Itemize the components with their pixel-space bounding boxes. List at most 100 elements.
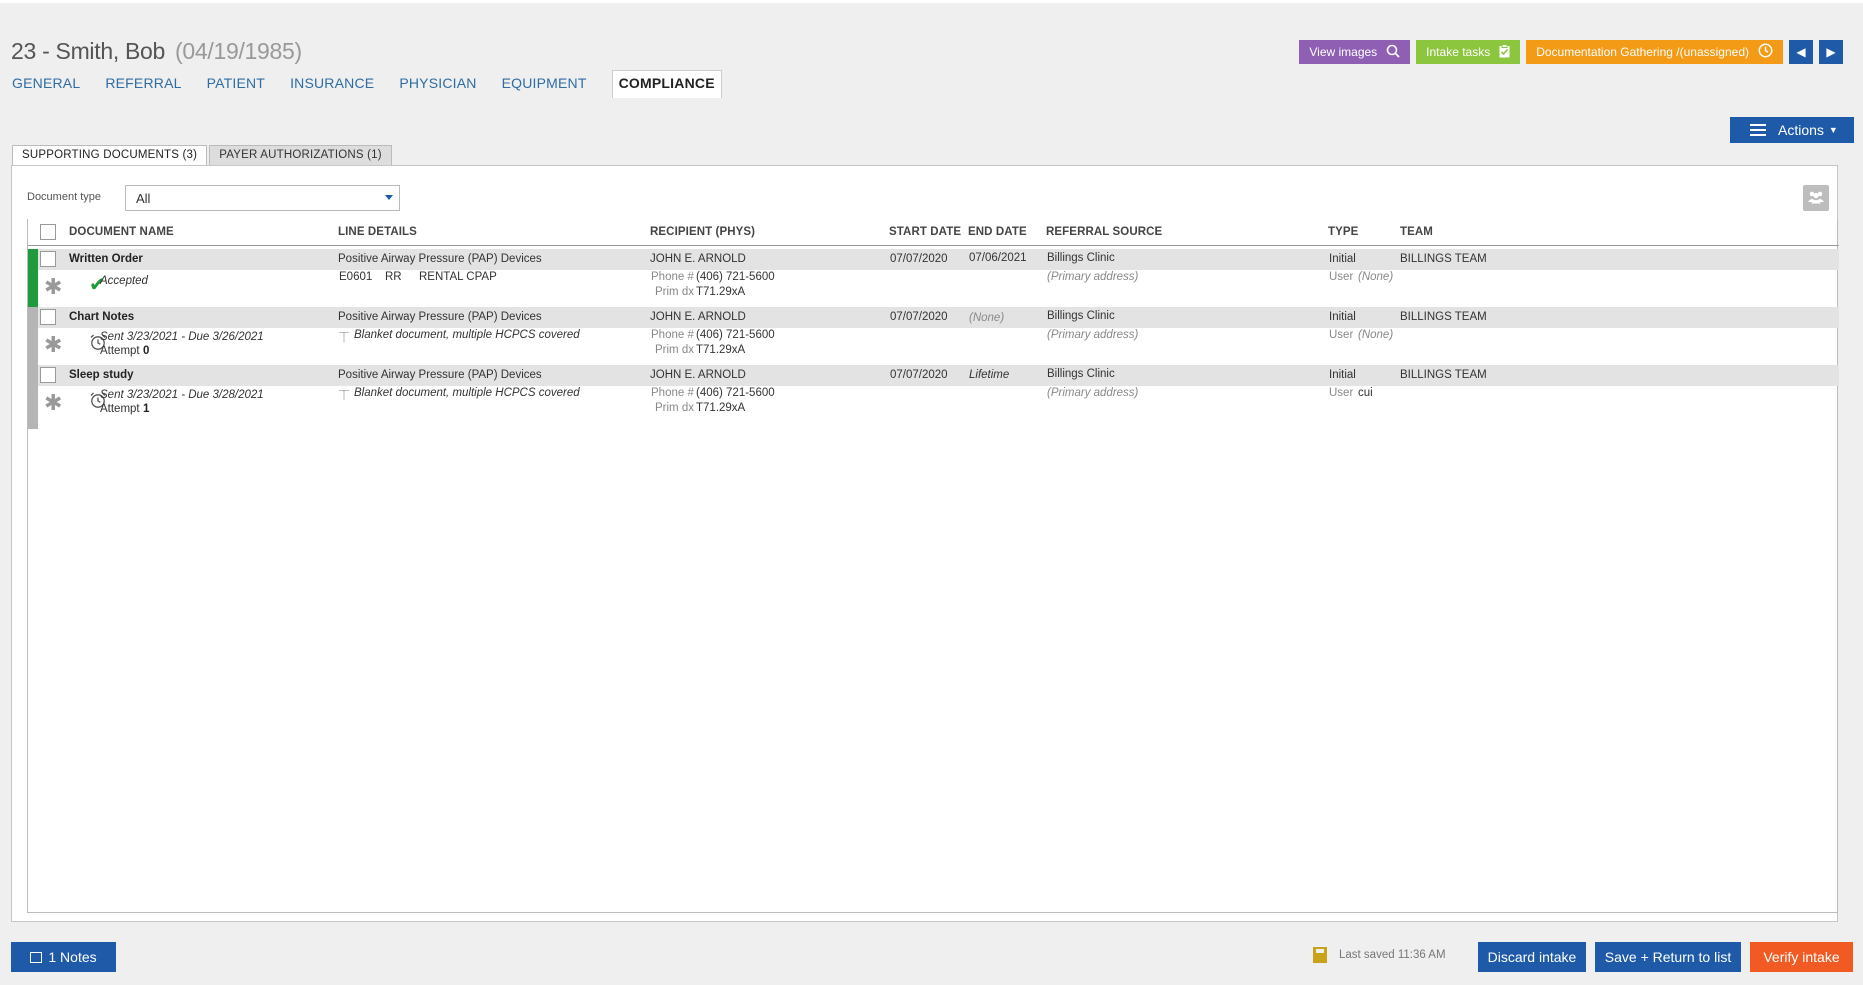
triangle-left-icon: ◀ bbox=[1796, 45, 1806, 59]
dx-code: T71.29xA bbox=[696, 402, 746, 414]
attempt-label: Attempt bbox=[100, 345, 140, 357]
search-icon bbox=[1386, 44, 1400, 61]
table-row[interactable]: Sleep study Positive Airway Pressure (PA… bbox=[28, 365, 1839, 429]
referral-address: (Primary address) bbox=[1047, 271, 1139, 283]
table-row[interactable]: Chart Notes Positive Airway Pressure (PA… bbox=[28, 307, 1839, 371]
phone-label: Phone # bbox=[651, 329, 694, 341]
line-details: Positive Airway Pressure (PAP) Devices bbox=[338, 311, 542, 323]
col-type[interactable]: TYPE bbox=[1328, 226, 1358, 238]
intake-tasks-button[interactable]: Intake tasks bbox=[1416, 40, 1521, 64]
tab-payer-authorizations[interactable]: PAYER AUTHORIZATIONS (1) bbox=[209, 145, 392, 165]
col-start-date[interactable]: START DATE bbox=[889, 226, 961, 238]
documentation-gathering-button[interactable]: Documentation Gathering /(unassigned) bbox=[1526, 40, 1783, 64]
table-row[interactable]: Written Order Positive Airway Pressure (… bbox=[28, 249, 1839, 313]
next-button[interactable]: ▶ bbox=[1819, 40, 1843, 64]
dx-label: Prim dx bbox=[655, 344, 694, 356]
select-all-checkbox[interactable] bbox=[40, 224, 56, 240]
asterisk-icon: ✱ bbox=[44, 274, 63, 299]
referral-source: Billings Clinic bbox=[1047, 252, 1115, 264]
main-nav-tabs: GENERAL REFERRAL PATIENT INSURANCE PHYSI… bbox=[12, 70, 747, 98]
tab-insurance[interactable]: INSURANCE bbox=[290, 71, 374, 98]
user-label: User bbox=[1329, 329, 1354, 341]
referral-address: (Primary address) bbox=[1047, 387, 1139, 399]
status-text: Accepted bbox=[100, 275, 148, 287]
tab-physician[interactable]: PHYSICIAN bbox=[399, 71, 476, 98]
line-details: Positive Airway Pressure (PAP) Devices bbox=[338, 369, 542, 381]
team-button[interactable] bbox=[1803, 185, 1829, 211]
user-value: (None) bbox=[1358, 271, 1394, 283]
referral-address: (Primary address) bbox=[1047, 329, 1139, 341]
chevron-down-icon bbox=[385, 195, 393, 200]
documents-panel: Document type All DOCUMENT NAME LINE DET… bbox=[11, 165, 1839, 922]
item-description: RENTAL CPAP bbox=[419, 271, 497, 283]
col-line-details[interactable]: LINE DETAILS bbox=[338, 226, 417, 238]
actions-label: Actions bbox=[1778, 122, 1824, 138]
table-header: DOCUMENT NAME LINE DETAILS RECIPIENT (PH… bbox=[28, 219, 1839, 246]
col-team[interactable]: TEAM bbox=[1400, 226, 1433, 238]
people-icon bbox=[1807, 190, 1825, 207]
user-label: User bbox=[1329, 387, 1354, 399]
document-name[interactable]: Sleep study bbox=[69, 369, 134, 381]
tab-equipment[interactable]: EQUIPMENT bbox=[502, 71, 587, 98]
document-name[interactable]: Chart Notes bbox=[69, 311, 134, 323]
tab-supporting-documents[interactable]: SUPPORTING DOCUMENTS (3) bbox=[12, 145, 208, 166]
col-recipient[interactable]: RECIPIENT (PHYS) bbox=[650, 226, 755, 238]
triangle-right-icon: ▶ bbox=[1826, 45, 1836, 59]
end-date: Lifetime bbox=[969, 369, 1010, 381]
referral-source: Billings Clinic bbox=[1047, 310, 1115, 322]
row-checkbox[interactable] bbox=[40, 251, 56, 267]
document-name[interactable]: Written Order bbox=[69, 253, 143, 265]
save-return-button[interactable]: Save + Return to list bbox=[1595, 942, 1741, 972]
view-images-label: View images bbox=[1309, 45, 1378, 59]
attempt-count: 1 bbox=[143, 403, 150, 415]
note-icon bbox=[30, 951, 43, 963]
row-checkbox[interactable] bbox=[40, 367, 56, 383]
intake-tasks-label: Intake tasks bbox=[1426, 45, 1491, 59]
tab-general[interactable]: GENERAL bbox=[12, 71, 80, 98]
previous-button[interactable]: ◀ bbox=[1789, 40, 1813, 64]
col-referral-source[interactable]: REFERRAL SOURCE bbox=[1046, 226, 1162, 238]
phone: (406) 721-5600 bbox=[696, 329, 775, 341]
document-type-select[interactable]: All bbox=[125, 185, 400, 211]
top-border bbox=[0, 0, 1863, 3]
page-title: 23 - Smith, Bob (04/19/1985) bbox=[11, 38, 302, 65]
verify-intake-button[interactable]: Verify intake bbox=[1750, 942, 1853, 972]
attempt-count: 0 bbox=[143, 345, 150, 357]
hierarchy-icon: ⏉ bbox=[339, 391, 349, 402]
user-label: User bbox=[1329, 271, 1354, 283]
phone: (406) 721-5600 bbox=[696, 271, 775, 283]
discard-intake-button[interactable]: Discard intake bbox=[1478, 942, 1586, 972]
asterisk-icon: ✱ bbox=[44, 390, 63, 415]
col-end-date[interactable]: END DATE bbox=[968, 226, 1027, 238]
notes-button[interactable]: 1 Notes bbox=[11, 942, 116, 972]
caret-down-icon: ▼ bbox=[1828, 125, 1838, 135]
end-date: 07/06/2021 bbox=[969, 252, 1027, 264]
document-type-label: Document type bbox=[27, 191, 101, 203]
last-saved-status: Last saved 11:36 AM bbox=[1313, 947, 1446, 963]
actions-button[interactable]: Actions ▼ bbox=[1730, 117, 1854, 143]
tab-compliance[interactable]: COMPLIANCE bbox=[611, 70, 722, 98]
document-type-value: All bbox=[136, 191, 151, 206]
documentation-gathering-label: Documentation Gathering /(unassigned) bbox=[1536, 45, 1749, 59]
recipient: JOHN E. ARNOLD bbox=[650, 253, 746, 265]
modifier: RR bbox=[385, 271, 402, 283]
start-date: 07/07/2020 bbox=[890, 369, 948, 381]
status-bar bbox=[28, 249, 38, 313]
user-value: cui bbox=[1358, 387, 1373, 399]
clipboard-check-icon bbox=[1499, 43, 1510, 61]
team: BILLINGS TEAM bbox=[1400, 311, 1487, 323]
type: Initial bbox=[1329, 369, 1356, 381]
start-date: 07/07/2020 bbox=[890, 311, 948, 323]
tab-referral[interactable]: REFERRAL bbox=[105, 71, 181, 98]
dx-code: T71.29xA bbox=[696, 286, 746, 298]
row-checkbox[interactable] bbox=[40, 309, 56, 325]
recipient: JOHN E. ARNOLD bbox=[650, 311, 746, 323]
tab-patient[interactable]: PATIENT bbox=[207, 71, 265, 98]
view-images-button[interactable]: View images bbox=[1299, 40, 1411, 64]
col-document-name[interactable]: DOCUMENT NAME bbox=[69, 226, 174, 238]
menu-icon bbox=[1750, 124, 1766, 136]
dx-label: Prim dx bbox=[655, 402, 694, 414]
last-saved-text: Last saved 11:36 AM bbox=[1339, 949, 1446, 961]
dx-label: Prim dx bbox=[655, 286, 694, 298]
status-bar bbox=[28, 365, 38, 429]
